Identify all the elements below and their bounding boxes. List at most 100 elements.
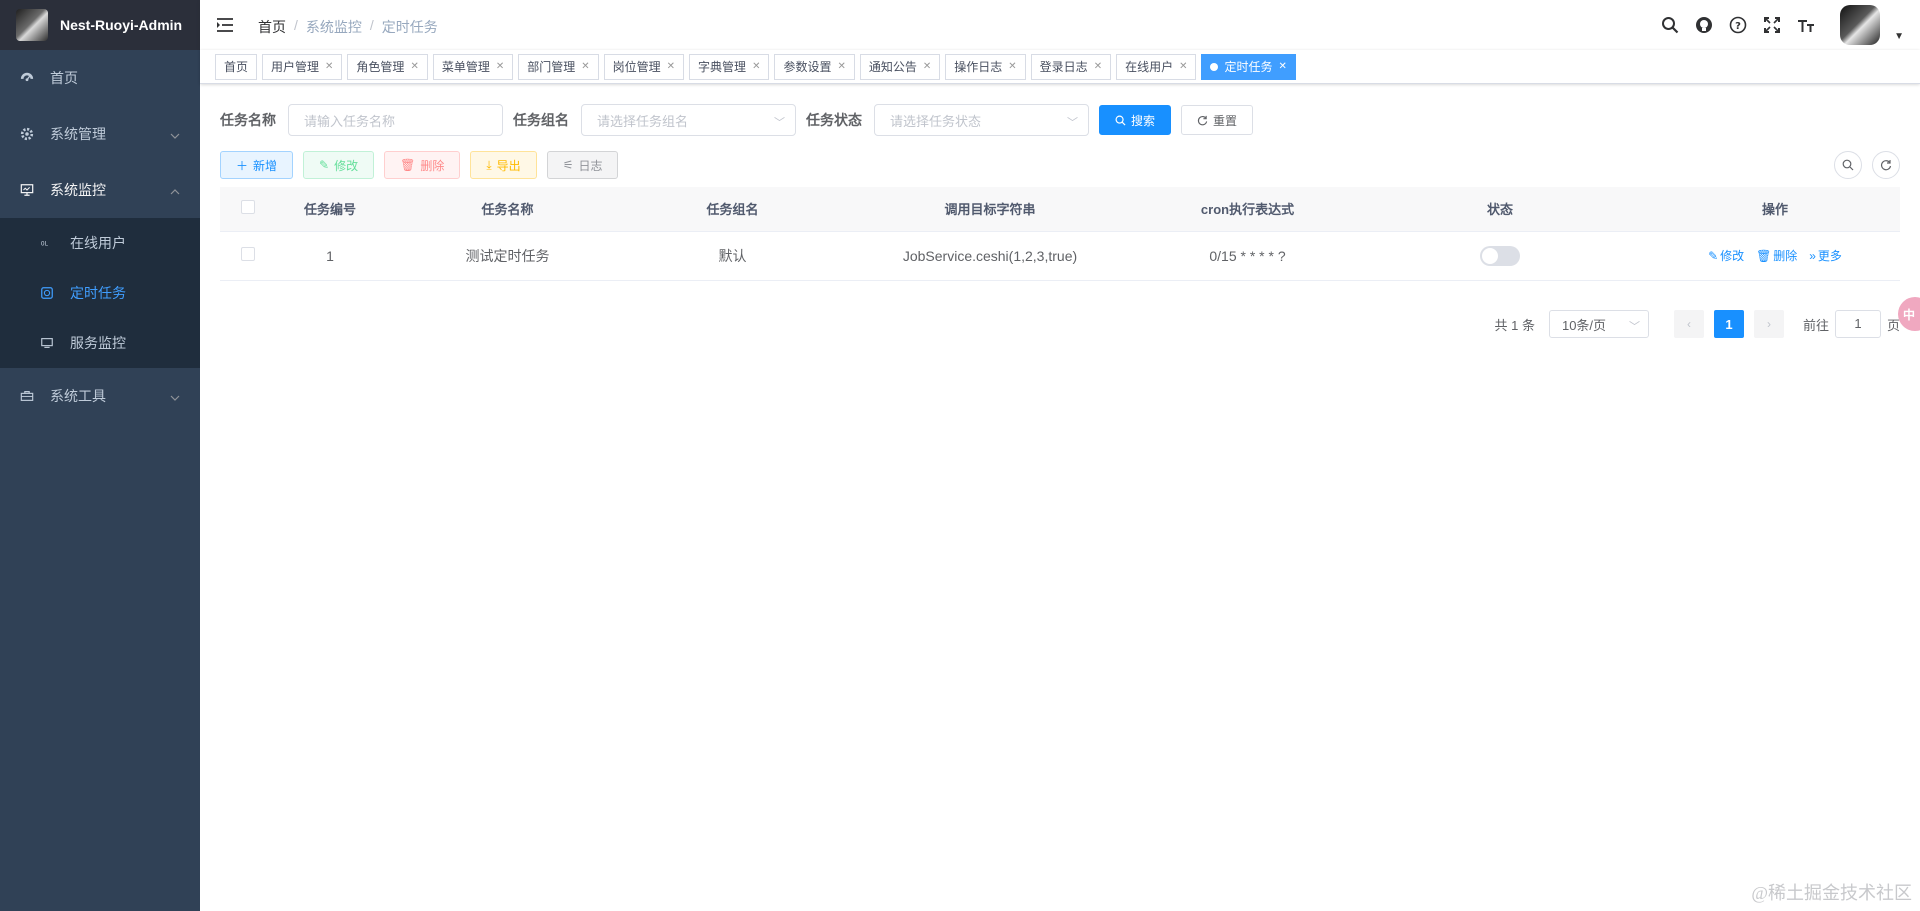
page-number-current[interactable]: 1	[1713, 310, 1744, 338]
caret-down-icon[interactable]: ▼	[1894, 31, 1904, 42]
right-menu: ? ▼	[1660, 0, 1904, 50]
monitor-submenu: OL 在线用户 定时任务 服务监控	[0, 218, 200, 368]
fullscreen-icon[interactable]	[1762, 15, 1782, 35]
tag-dict[interactable]: 字典管理 ✕	[689, 53, 770, 80]
toolbox-icon	[20, 389, 34, 403]
row-more-link[interactable]: » 更多	[1809, 247, 1842, 264]
hamburger-icon[interactable]	[216, 16, 234, 34]
row-checkbox[interactable]	[240, 247, 255, 261]
tag-config[interactable]: 参数设置 ✕	[774, 53, 855, 80]
cron-cell: 0/15 * * * * ?	[1145, 231, 1350, 281]
toggle-search-button[interactable]	[1834, 151, 1862, 179]
job-status-placeholder: 请选择任务状态	[890, 113, 982, 129]
select-all-checkbox[interactable]	[240, 200, 255, 215]
sidebar-item-job[interactable]: 定时任务	[0, 268, 200, 318]
delete-button[interactable]: 🗑 删除	[384, 151, 461, 179]
sidebar-item-server[interactable]: 服务监控	[0, 318, 200, 368]
tag-home[interactable]: 首页	[215, 53, 258, 80]
close-icon[interactable]: ✕	[410, 55, 418, 79]
close-icon[interactable]: ✕	[581, 55, 589, 79]
font-size-icon[interactable]	[1796, 15, 1816, 35]
tag-label: 首页	[224, 59, 249, 74]
page-size-select[interactable]: 10条/页 ﹀	[1548, 310, 1649, 338]
job-name-input[interactable]: 请输入任务名称	[288, 104, 503, 136]
log-button[interactable]: ⚟ 日志	[546, 151, 619, 179]
job-name-label: 任务名称	[220, 112, 276, 128]
status-switch[interactable]	[1480, 245, 1520, 266]
tag-label: 用户管理	[271, 59, 320, 74]
next-page-button[interactable]: ›	[1753, 310, 1784, 338]
tag-operlog[interactable]: 操作日志 ✕	[945, 53, 1026, 80]
close-icon[interactable]: ✕	[752, 55, 760, 79]
tag-logininfor[interactable]: 登录日志 ✕	[1030, 53, 1112, 80]
close-icon[interactable]: ✕	[325, 55, 333, 79]
breadcrumb-parent: 系统监控	[305, 19, 362, 35]
reset-button[interactable]: 重置	[1181, 105, 1254, 135]
row-delete-link[interactable]: 🗑 删除	[1756, 247, 1797, 264]
row-more-label: 更多	[1817, 249, 1842, 264]
github-icon[interactable]	[1694, 15, 1714, 35]
tag-job[interactable]: 定时任务 ✕	[1201, 53, 1296, 80]
tag-label: 角色管理	[356, 59, 405, 74]
search-icon[interactable]	[1660, 15, 1680, 35]
edit-button[interactable]: ✎ 修改	[303, 151, 375, 179]
chevron-up-icon	[170, 182, 180, 198]
breadcrumb-home[interactable]: 首页	[258, 17, 286, 37]
online-icon: OL	[40, 236, 54, 250]
sidebar-item-system[interactable]: 系统管理	[0, 106, 200, 162]
sidebar-item-monitor[interactable]: 系统监控	[0, 162, 200, 218]
tag-dept[interactable]: 部门管理 ✕	[518, 53, 599, 80]
search-button[interactable]: 搜索	[1099, 105, 1172, 135]
close-icon[interactable]: ✕	[1094, 55, 1102, 79]
sidebar-item-tools[interactable]: 系统工具	[0, 368, 200, 424]
close-icon[interactable]: ✕	[667, 55, 675, 79]
tag-post[interactable]: 岗位管理 ✕	[603, 53, 685, 80]
tag-user[interactable]: 用户管理 ✕	[262, 53, 343, 80]
close-icon[interactable]: ✕	[923, 55, 931, 79]
tag-label: 通知公告	[868, 59, 917, 74]
job-group-cell: 默认	[630, 231, 835, 281]
close-icon[interactable]: ✕	[496, 55, 504, 79]
tag-role[interactable]: 角色管理 ✕	[347, 53, 428, 80]
column-header: 状态	[1350, 187, 1650, 232]
row-select-cell[interactable]	[220, 231, 275, 281]
avatar[interactable]	[1840, 5, 1881, 45]
tag-label: 定时任务	[1224, 59, 1273, 74]
sidebar-item-home[interactable]: 首页	[0, 50, 200, 106]
chevron-down-icon: ﹀	[1628, 321, 1640, 333]
close-icon[interactable]: ✕	[837, 55, 845, 79]
job-status-select[interactable]: 请选择任务状态 ﹀	[874, 104, 1089, 136]
export-button[interactable]: ⤓ 导出	[470, 151, 537, 179]
add-button[interactable]: ＋ 新增	[220, 151, 294, 179]
tag-online[interactable]: 在线用户 ✕	[1116, 53, 1197, 80]
help-icon[interactable]: ?	[1728, 15, 1748, 35]
prev-page-button[interactable]: ‹	[1673, 310, 1704, 338]
edit-icon: ✎	[319, 158, 330, 172]
plus-icon: ＋	[236, 158, 249, 173]
delete-label: 删除	[420, 158, 445, 173]
sidebar-item-online[interactable]: OL 在线用户	[0, 218, 200, 268]
job-group-select[interactable]: 请选择任务组名 ﹀	[581, 104, 796, 136]
refresh-icon	[1197, 115, 1208, 125]
tag-notice[interactable]: 通知公告 ✕	[859, 53, 941, 80]
close-icon[interactable]: ✕	[1179, 55, 1187, 79]
watermark: @稀土掘金技术社区	[1751, 883, 1912, 903]
tag-label: 操作日志	[954, 59, 1003, 74]
operation-icon: ⚟	[562, 158, 574, 172]
column-header: 任务组名	[630, 187, 835, 232]
close-icon[interactable]: ✕	[1008, 55, 1016, 79]
main-content: 任务名称 请输入任务名称 任务组名 请选择任务组名 ﹀ 任务状态 请选择任务状态 ﹀…	[200, 84, 1920, 911]
refresh-button[interactable]	[1872, 151, 1900, 179]
column-header: cron执行表达式	[1145, 187, 1350, 232]
pagination-total: 共 1 条	[1494, 317, 1535, 333]
logo[interactable]: Nest-Ruoyi-Admin	[0, 0, 200, 50]
tag-menu[interactable]: 菜单管理 ✕	[432, 53, 514, 80]
goto-page-input[interactable]: 1	[1834, 310, 1881, 338]
close-icon[interactable]: ✕	[1279, 55, 1287, 79]
tag-label: 岗位管理	[612, 59, 661, 74]
row-edit-link[interactable]: ✎ 修改	[1708, 247, 1744, 264]
goto-prefix: 前往	[1802, 317, 1829, 333]
select-all-cell[interactable]	[220, 187, 275, 232]
export-label: 导出	[496, 158, 521, 173]
chevron-down-icon: ﹀	[774, 117, 785, 129]
